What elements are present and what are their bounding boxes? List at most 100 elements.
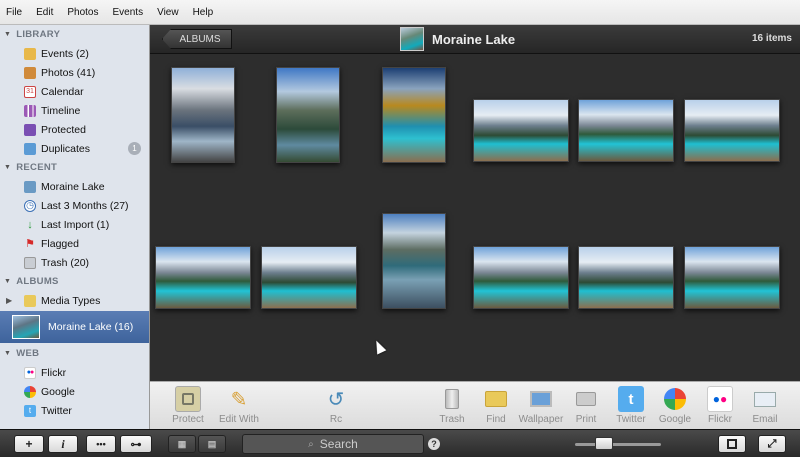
photo-thumbnail[interactable] — [171, 67, 235, 163]
collapse-triangle-icon[interactable]: ▼ — [4, 278, 11, 285]
zoom-slider[interactable] — [575, 443, 661, 446]
protect-button[interactable]: Protect — [161, 386, 215, 425]
fullscreen-button[interactable]: ⤢ — [758, 435, 786, 453]
sidebar-item-protected[interactable]: Protected — [0, 120, 149, 139]
sidebar: ▼ LIBRARY Events (2) Photos (41) 31 Calend… — [0, 25, 150, 429]
google-icon — [24, 385, 36, 398]
search-input[interactable]: ⌕ Search — [242, 434, 424, 454]
list-view-button[interactable]: ▤ — [198, 435, 226, 453]
events-icon — [24, 47, 36, 60]
folder-icon — [24, 294, 36, 307]
photo-thumbnail[interactable] — [382, 213, 446, 309]
edit-with-button[interactable]: ✎ Edit With — [212, 386, 266, 426]
collapse-triangle-icon[interactable]: ▼ — [4, 350, 11, 357]
sidebar-item-flagged[interactable]: ⚑ Flagged — [0, 234, 149, 253]
thumbnails-icon: ▤ — [207, 438, 217, 449]
folder-icon — [483, 386, 509, 412]
section-library[interactable]: ▼ LIBRARY — [0, 25, 149, 44]
menu-view[interactable]: View — [157, 7, 179, 18]
section-albums[interactable]: ▼ ALBUMS — [0, 272, 149, 291]
photos-icon — [24, 66, 36, 79]
duplicates-badge: 1 — [128, 142, 141, 155]
key-icon: ⊶ — [130, 438, 142, 451]
twitter-icon: t — [24, 404, 36, 417]
photo-thumbnail[interactable] — [684, 99, 780, 162]
grid-view-button[interactable]: ▦ — [168, 435, 196, 453]
photo-thumbnail[interactable] — [578, 99, 674, 162]
sidebar-item-photos[interactable]: Photos (41) — [0, 63, 149, 82]
sidebar-item-twitter[interactable]: t Twitter — [0, 401, 149, 420]
sidebar-item-duplicates[interactable]: Duplicates 1 — [0, 139, 149, 158]
photo-thumbnail[interactable] — [473, 99, 569, 162]
photo-thumbnail[interactable] — [382, 67, 446, 163]
help-button[interactable]: ? — [428, 438, 440, 450]
info-button[interactable]: i — [48, 435, 78, 453]
album-thumbnail — [12, 315, 40, 339]
photo-thumbnail[interactable] — [684, 246, 780, 309]
photo-thumbnail[interactable] — [578, 246, 674, 309]
sidebar-item-trash[interactable]: Trash (20) — [0, 253, 149, 272]
monitor-icon — [528, 386, 554, 412]
import-icon: ↓ — [27, 218, 33, 231]
sidebar-item-google[interactable]: Google — [0, 382, 149, 401]
rotate-icon: ↺ — [327, 388, 345, 411]
album-title: Moraine Lake — [432, 31, 516, 47]
collapse-triangle-icon[interactable]: ▼ — [4, 31, 11, 38]
fullscreen-icon: ⤢ — [767, 437, 777, 450]
sidebar-item-events[interactable]: Events (2) — [0, 44, 149, 63]
section-web[interactable]: ▼ WEB — [0, 344, 149, 363]
sidebar-item-timeline[interactable]: Timeline — [0, 101, 149, 120]
sidebar-item-flickr[interactable]: ● ● Flickr — [0, 363, 149, 382]
album-title-thumbnail — [400, 27, 424, 51]
pencil-icon: ✎ — [230, 388, 248, 411]
trash-icon — [24, 256, 36, 269]
single-view-button[interactable] — [718, 435, 746, 453]
photo-thumbnail[interactable] — [261, 246, 357, 309]
flickr-icon: ● ● — [24, 366, 36, 379]
menu-events[interactable]: Events — [113, 7, 144, 18]
square-icon — [727, 439, 737, 449]
album-title-group: Moraine Lake — [400, 27, 515, 51]
protected-icon — [24, 123, 36, 136]
key-button[interactable]: ⊶ — [120, 435, 152, 453]
sidebar-item-media-types[interactable]: ▶ Media Types — [0, 291, 149, 310]
more-button[interactable]: ••• — [86, 435, 116, 453]
menu-bar: File Edit Photos Events View Help — [0, 0, 800, 25]
action-toolbar: Protect ✎ Edit With ↺ Rc Trash Find Wall… — [150, 381, 800, 429]
clock-icon: ◷ — [24, 199, 36, 212]
trash-icon — [439, 386, 465, 412]
section-recent[interactable]: ▼ RECENT — [0, 158, 149, 177]
add-button[interactable]: + — [14, 435, 44, 453]
menu-edit[interactable]: Edit — [36, 7, 53, 18]
album-header: ALBUMS Moraine Lake 16 items — [150, 25, 800, 54]
bottom-bar: + i ••• ⊶ ▦ ▤ ⌕ Search ? ⤢ — [0, 429, 800, 457]
twitter-icon: t — [618, 386, 644, 412]
google-icon — [662, 386, 688, 412]
timeline-icon — [24, 104, 36, 117]
collapse-triangle-icon[interactable]: ▼ — [4, 164, 11, 171]
photo-thumbnail[interactable] — [473, 246, 569, 309]
item-count: 16 items — [751, 33, 792, 44]
photo-thumbnail[interactable] — [276, 67, 340, 163]
calendar-icon: 31 — [24, 85, 36, 98]
menu-file[interactable]: File — [6, 7, 22, 18]
menu-photos[interactable]: Photos — [67, 7, 98, 18]
grid-icon: ▦ — [177, 438, 187, 449]
sidebar-item-last-import[interactable]: ↓ Last Import (1) — [0, 215, 149, 234]
sidebar-item-last-3-months[interactable]: ◷ Last 3 Months (27) — [0, 196, 149, 215]
email-button[interactable]: Email — [738, 386, 792, 425]
sidebar-item-calendar[interactable]: 31 Calendar — [0, 82, 149, 101]
album-icon — [24, 180, 36, 193]
rotate-button[interactable]: ↺ Rc — [309, 386, 363, 426]
albums-back-button[interactable]: ALBUMS — [162, 29, 232, 49]
sidebar-item-moraine-lake[interactable]: Moraine Lake — [0, 177, 149, 196]
zoom-slider-knob[interactable] — [595, 437, 613, 450]
protect-icon — [175, 386, 201, 412]
flickr-icon: ● ● — [707, 386, 733, 412]
photo-thumbnail[interactable] — [155, 246, 251, 309]
envelope-icon — [752, 386, 778, 412]
disclosure-triangle-icon[interactable]: ▶ — [6, 296, 12, 305]
search-icon: ⌕ — [308, 438, 314, 450]
sidebar-item-moraine-lake-album[interactable]: Moraine Lake (16) — [0, 311, 149, 343]
menu-help[interactable]: Help — [193, 7, 214, 18]
